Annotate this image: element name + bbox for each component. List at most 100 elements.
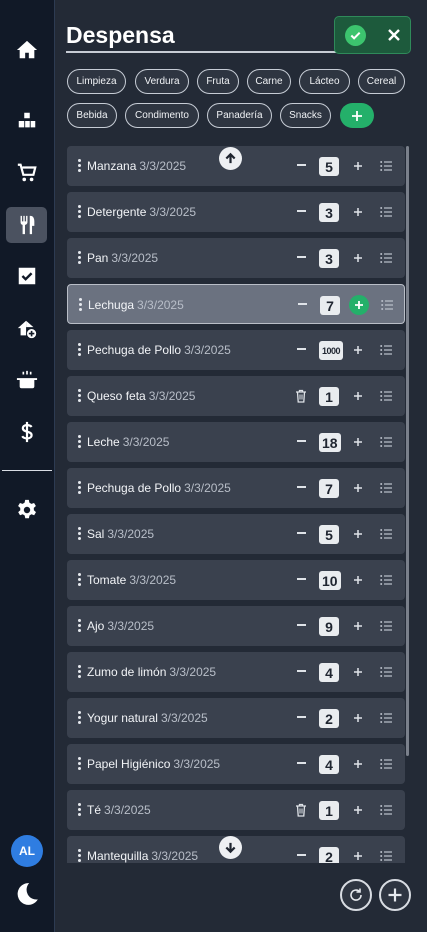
increase-button[interactable] — [350, 572, 366, 588]
quantity-value[interactable]: 3 — [319, 203, 339, 222]
sidebar-item-home-add[interactable] — [6, 311, 47, 347]
avatar[interactable]: AL — [11, 835, 43, 867]
sidebar-item-tasks[interactable] — [6, 258, 47, 294]
list-item[interactable]: Pechuga de Pollo 3/3/2025 7 — [67, 468, 405, 508]
quantity-value[interactable]: 10 — [319, 571, 341, 590]
list-details-icon[interactable] — [380, 160, 392, 172]
increase-button[interactable] — [350, 710, 366, 726]
list-item[interactable]: Té 3/3/2025 1 — [67, 790, 405, 830]
quantity-value[interactable]: 5 — [319, 157, 339, 176]
decrease-button[interactable] — [294, 664, 308, 678]
list-details-icon[interactable] — [380, 804, 392, 816]
list-item[interactable]: Pan 3/3/2025 3 — [67, 238, 405, 278]
drag-handle-icon[interactable] — [78, 481, 81, 495]
add-item-button[interactable] — [379, 879, 411, 911]
list-item[interactable]: Detergente 3/3/2025 3 — [67, 192, 405, 232]
drag-handle-icon[interactable] — [78, 343, 81, 357]
decrease-button[interactable] — [294, 158, 308, 172]
list-item[interactable]: Papel Higiénico 3/3/2025 4 — [67, 744, 405, 784]
quantity-value[interactable]: 2 — [319, 709, 339, 728]
list-details-icon[interactable] — [381, 299, 393, 311]
list-details-icon[interactable] — [380, 436, 392, 448]
decrease-button[interactable] — [294, 710, 308, 724]
increase-button[interactable] — [350, 388, 366, 404]
trash-icon[interactable] — [295, 389, 307, 403]
sidebar-item-pantry[interactable] — [6, 207, 47, 243]
quantity-value[interactable]: 7 — [319, 479, 339, 498]
decrease-button[interactable] — [295, 297, 309, 311]
list-details-icon[interactable] — [380, 712, 392, 724]
quantity-value[interactable]: 3 — [319, 249, 339, 268]
list-details-icon[interactable] — [380, 666, 392, 678]
list-details-icon[interactable] — [380, 390, 392, 402]
sidebar-item-inventory[interactable] — [6, 103, 47, 139]
list-item[interactable]: Leche 3/3/2025 18 — [67, 422, 405, 462]
drag-handle-icon[interactable] — [78, 757, 81, 771]
chip-condimento[interactable]: Condimento — [125, 103, 199, 128]
decrease-button[interactable] — [294, 848, 308, 862]
decrease-button[interactable] — [294, 572, 308, 586]
list-details-icon[interactable] — [380, 620, 392, 632]
chip-lacteo[interactable]: Lácteo — [299, 69, 350, 94]
list-item[interactable]: Pechuga de Pollo 3/3/2025 1000 — [67, 330, 405, 370]
add-category-button[interactable] — [340, 103, 374, 128]
chip-snacks[interactable]: Snacks — [280, 103, 331, 128]
drag-handle-icon[interactable] — [78, 803, 81, 817]
decrease-button[interactable] — [294, 250, 308, 264]
drag-handle-icon[interactable] — [78, 435, 81, 449]
confirm-button[interactable] — [345, 25, 366, 46]
trash-icon[interactable] — [295, 803, 307, 817]
decrease-button[interactable] — [294, 480, 308, 494]
decrease-button[interactable] — [294, 756, 308, 770]
chip-cereal[interactable]: Cereal — [358, 69, 405, 94]
list-details-icon[interactable] — [380, 528, 392, 540]
list-details-icon[interactable] — [380, 206, 392, 218]
chip-verdura[interactable]: Verdura — [135, 69, 189, 94]
drag-handle-icon[interactable] — [78, 159, 81, 173]
list-details-icon[interactable] — [380, 252, 392, 264]
list-details-icon[interactable] — [380, 850, 392, 862]
increase-button[interactable] — [350, 434, 366, 450]
list-details-icon[interactable] — [380, 758, 392, 770]
increase-button[interactable] — [350, 526, 366, 542]
increase-button[interactable] — [350, 664, 366, 680]
increase-button[interactable] — [350, 802, 366, 818]
chip-limpieza[interactable]: Limpieza — [67, 69, 126, 94]
sidebar-item-finance[interactable] — [6, 414, 47, 450]
quantity-value[interactable]: 1 — [319, 801, 339, 820]
increase-button[interactable] — [350, 480, 366, 496]
increase-button[interactable] — [350, 204, 366, 220]
decrease-button[interactable] — [294, 526, 308, 540]
chip-bebida[interactable]: Bebida — [67, 103, 117, 128]
quantity-value[interactable]: 5 — [319, 525, 339, 544]
drag-handle-icon[interactable] — [78, 205, 81, 219]
list-details-icon[interactable] — [380, 344, 392, 356]
sidebar-item-settings[interactable] — [6, 492, 47, 528]
chip-fruta[interactable]: Fruta — [197, 69, 239, 94]
list-scrollbar[interactable] — [406, 146, 409, 756]
quantity-value[interactable]: 4 — [319, 663, 339, 682]
increase-button[interactable] — [350, 250, 366, 266]
drag-handle-icon[interactable] — [78, 711, 81, 725]
drag-handle-icon[interactable] — [78, 389, 81, 403]
list-details-icon[interactable] — [380, 574, 392, 586]
chip-carne[interactable]: Carne — [247, 69, 291, 94]
increase-button[interactable] — [350, 618, 366, 634]
scroll-up-button[interactable] — [219, 147, 242, 170]
sidebar-item-home[interactable] — [6, 32, 47, 68]
sidebar-item-shopping[interactable] — [6, 155, 47, 191]
increase-button[interactable] — [350, 756, 366, 772]
quantity-value[interactable]: 1 — [319, 387, 339, 406]
list-item[interactable]: Sal 3/3/2025 5 — [67, 514, 405, 554]
sidebar-item-cooking[interactable] — [6, 362, 47, 398]
list-item[interactable]: Zumo de limón 3/3/2025 4 — [67, 652, 405, 692]
decrease-button[interactable] — [294, 618, 308, 632]
quantity-value[interactable]: 18 — [319, 433, 341, 452]
list-details-icon[interactable] — [380, 482, 392, 494]
list-item[interactable]: Queso feta 3/3/2025 1 — [67, 376, 405, 416]
quantity-value[interactable]: 1000 — [319, 341, 344, 360]
drag-handle-icon[interactable] — [78, 849, 81, 863]
drag-handle-icon[interactable] — [78, 573, 81, 587]
drag-handle-icon[interactable] — [78, 619, 81, 633]
page-title-field[interactable]: Despensa — [66, 20, 351, 53]
